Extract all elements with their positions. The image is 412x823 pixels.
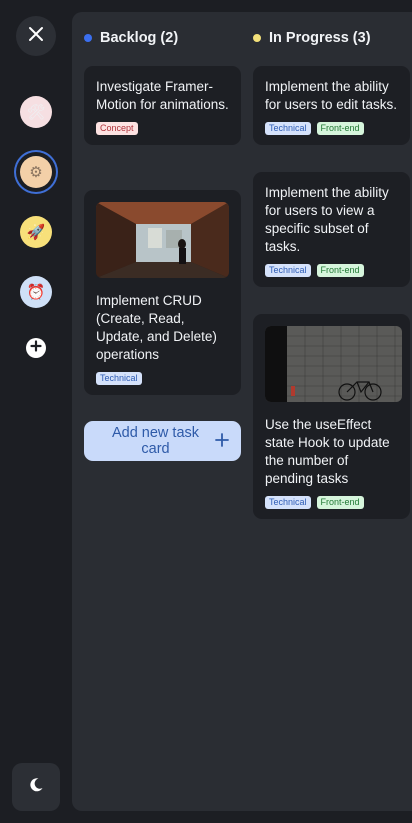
board-rocket-button[interactable]: 🚀 — [20, 216, 52, 248]
task-card[interactable]: Implement the ability for users to view … — [253, 172, 410, 287]
column-header: In Progress (3) — [253, 30, 371, 46]
task-card-tags: Concept — [96, 122, 229, 135]
plus-circle-icon — [30, 339, 42, 357]
task-card-tags: Technical Front-end — [265, 122, 398, 135]
task-card-title: Investigate Framer-Motion for animations… — [96, 79, 229, 112]
stone-wall-bicycle-photo — [265, 326, 402, 402]
column-status-dot — [84, 34, 92, 42]
tag-technical: Technical — [265, 496, 311, 509]
tag-front-end: Front-end — [316, 264, 364, 277]
sidebar: 🛠 ⚙ 🚀 ⏰ — [0, 0, 72, 823]
tag-technical: Technical — [265, 264, 311, 277]
tag-front-end: Front-end — [316, 496, 364, 509]
tag-concept: Concept — [96, 122, 138, 135]
task-card-tags: Technical — [96, 372, 229, 385]
task-card-tags: Technical Front-end — [265, 496, 398, 509]
column-header: Backlog (2) — [84, 30, 178, 46]
alarm-clock-icon: ⏰ — [26, 283, 46, 301]
tag-technical: Technical — [265, 122, 311, 135]
add-task-card-label: Add new task card — [111, 425, 200, 457]
tools-icon: 🛠 — [26, 103, 46, 121]
gear-icon: ⚙ — [29, 163, 43, 181]
tag-technical: Technical — [96, 372, 142, 385]
task-card-title: Implement CRUD (Create, Read, Update, an… — [96, 293, 217, 362]
task-card[interactable]: Investigate Framer-Motion for animations… — [84, 66, 241, 145]
task-card-title: Implement the ability for users to edit … — [265, 79, 398, 112]
add-board-button[interactable] — [26, 338, 46, 358]
moon-icon — [28, 777, 44, 798]
plus-icon — [215, 432, 229, 450]
tag-front-end: Front-end — [316, 122, 364, 135]
column-title: In Progress (3) — [269, 30, 371, 46]
task-card-tags: Technical Front-end — [265, 264, 398, 277]
task-card[interactable]: Implement the ability for users to edit … — [253, 66, 410, 145]
column-title: Backlog (2) — [100, 30, 179, 46]
close-sidebar-button[interactable] — [16, 16, 56, 56]
column-status-dot — [253, 34, 261, 42]
task-card[interactable]: Implement CRUD (Create, Read, Update, an… — [84, 190, 241, 395]
task-card[interactable]: Use the useEffect state Hook to update t… — [253, 314, 410, 519]
kanban-board: Backlog (2) Investigate Framer-Motion fo… — [72, 12, 412, 811]
board-tools-button[interactable]: 🛠 — [20, 96, 52, 128]
theme-toggle-button[interactable] — [12, 763, 60, 811]
board-alarm-clock-button[interactable]: ⏰ — [20, 276, 52, 308]
add-task-card-button[interactable]: Add new task card — [84, 421, 241, 461]
task-card-title: Use the useEffect state Hook to update t… — [265, 417, 390, 486]
covered-bridge-photo — [96, 202, 229, 278]
board-gear-button[interactable]: ⚙ — [20, 156, 52, 188]
task-card-title: Implement the ability for users to view … — [265, 185, 389, 254]
close-icon — [28, 26, 44, 47]
rocket-icon: 🚀 — [26, 223, 46, 241]
